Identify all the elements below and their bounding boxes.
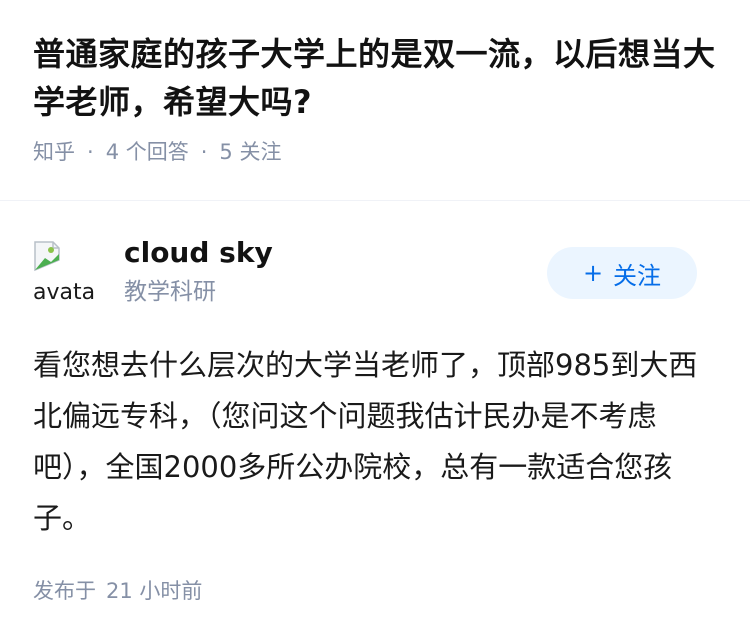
question-meta: 知乎 · 4 个回答 · 5 关注 — [33, 138, 723, 166]
answers-count[interactable]: 4 个回答 — [106, 138, 189, 166]
plus-icon: + — [582, 259, 604, 287]
author-name[interactable]: cloud sky — [124, 235, 273, 271]
answer-content[interactable]: 看您想去什么层次的大学当老师了，顶部985到大西北偏远专科，（您问这个问题我估计… — [33, 340, 717, 544]
publish-time: 21 小时前 — [106, 579, 203, 603]
meta-separator: · — [87, 140, 94, 164]
question-header: 普通家庭的孩子大学上的是双一流，以后想当大学老师，希望大吗? 知乎 · 4 个回… — [33, 30, 723, 166]
question-title[interactable]: 普通家庭的孩子大学上的是双一流，以后想当大学老师，希望大吗? — [33, 30, 723, 126]
source-label[interactable]: 知乎 — [33, 138, 75, 166]
followers-count: 5 关注 — [219, 140, 282, 164]
meta-separator: · — [200, 140, 208, 164]
answer-card: avatar cloud sky 教学科研 + 关注 看您想去什么层次的大学当老… — [33, 235, 717, 605]
broken-image-icon — [34, 241, 60, 272]
avatar[interactable]: avatar — [33, 240, 97, 304]
avatar-alt-text: avatar — [33, 280, 97, 304]
follow-label: 关注 — [613, 261, 662, 290]
publish-label: 发布于 — [33, 579, 96, 603]
author-row: avatar cloud sky 教学科研 + 关注 — [33, 235, 717, 315]
divider — [0, 200, 750, 201]
answer-footer: 发布于 21 小时前 — [33, 577, 717, 605]
author-bio: 教学科研 — [124, 279, 216, 305]
follow-button[interactable]: + 关注 — [547, 247, 697, 299]
